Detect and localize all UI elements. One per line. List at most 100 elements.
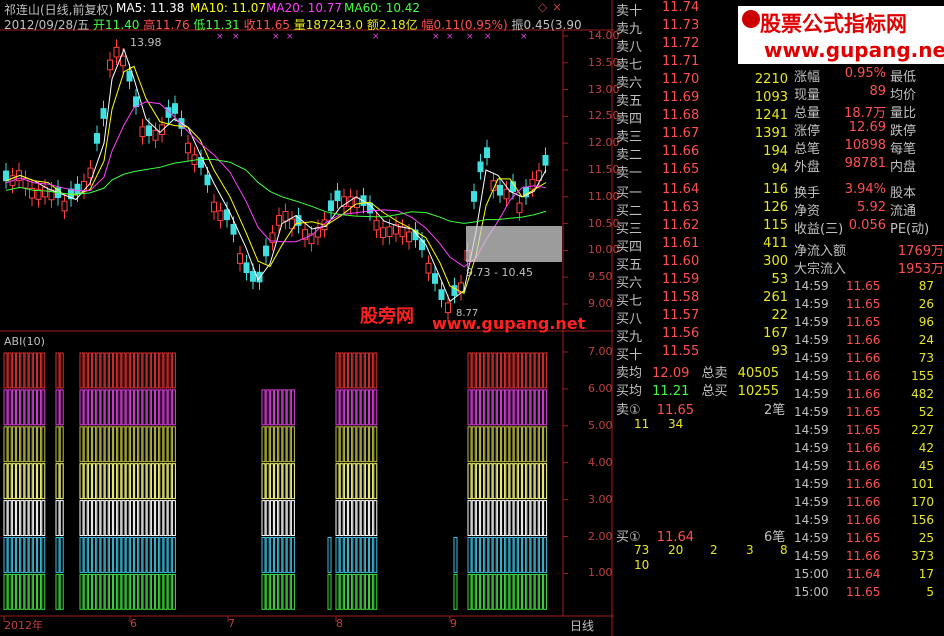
tick-row: 14:59 11.66 73 [794, 351, 944, 369]
close-icon[interactable]: × [552, 0, 562, 14]
indicator-bar [513, 537, 518, 573]
buy-level-row[interactable]: 买三 11.62 115 [614, 218, 792, 237]
indicator-bar [286, 463, 291, 500]
indicator-bar [129, 500, 134, 537]
indicator-bar [543, 573, 548, 610]
sell-level-row[interactable]: 卖五 11.69 1093 [614, 90, 792, 109]
indicator-bar [142, 573, 147, 610]
tick-volume: 73 [918, 351, 934, 365]
indicator-bar [167, 500, 172, 537]
sell-level-row[interactable]: 卖六 11.70 2210 [614, 72, 792, 91]
indicator-bar [121, 463, 126, 500]
indicator-bar [55, 537, 60, 573]
indicator-bar [129, 537, 134, 573]
buy-level-row[interactable]: 买八 11.57 22 [614, 308, 792, 327]
indicator-bar [7, 352, 12, 389]
candle-body [484, 147, 490, 158]
settings-icon[interactable]: ◇ [538, 0, 547, 14]
sell-level-row[interactable]: 卖一 11.65 94 [614, 162, 792, 181]
sell-level-row[interactable]: 卖三 11.67 1391 [614, 126, 792, 145]
indicator-bar [492, 389, 497, 426]
tick-volume: 26 [918, 297, 934, 311]
indicator-bar [24, 537, 29, 573]
indicator-bar [517, 352, 522, 389]
indicator-bar [492, 463, 497, 500]
buy-level-row[interactable]: 买六 11.59 53 [614, 272, 792, 291]
buy-level-price: 11.55 [662, 344, 700, 359]
indicator-bar [278, 500, 283, 537]
indicator-bar [171, 463, 176, 500]
indicator-bar [530, 352, 535, 389]
tick-time: 14:59 [794, 369, 829, 383]
indicator-bar [269, 500, 274, 537]
indicator-bar [265, 463, 270, 500]
buy-level-row[interactable]: 买十 11.55 93 [614, 344, 792, 363]
indicator-bar [360, 389, 365, 426]
indicator-bar [348, 537, 353, 573]
indicator-bar [100, 426, 105, 463]
sell-level-row[interactable]: 卖二 11.66 194 [614, 144, 792, 163]
indicator-bar [261, 500, 266, 537]
indicator-bar [369, 426, 374, 463]
indicator-bar [7, 389, 12, 426]
buy-level-row[interactable]: 买四 11.61 411 [614, 236, 792, 255]
indicator-bar [100, 500, 105, 537]
time-tick-label: 8 [336, 617, 343, 630]
indicator-bar [11, 573, 16, 610]
indicator-bar [87, 463, 92, 500]
indicator-bar [278, 389, 283, 426]
buy-level-row[interactable]: 买五 11.60 300 [614, 254, 792, 273]
indicator-bar [517, 426, 522, 463]
indicator-bar [16, 389, 21, 426]
indicator-bar [471, 500, 476, 537]
indicator-bar [505, 352, 510, 389]
stat-key: 涨停 [794, 124, 821, 139]
sell-level-row[interactable]: 卖七 11.71 [614, 54, 792, 73]
indicator-bar [364, 463, 369, 500]
indicator-bar [501, 500, 506, 537]
indicator-bar [155, 352, 160, 389]
queue-sell-item: 34 [668, 417, 684, 431]
indicator-bar [125, 352, 130, 389]
indicator-bar [3, 352, 8, 389]
ma5-line [5, 47, 547, 303]
indicator-bar [113, 352, 118, 389]
stat-key: 换手 [794, 186, 821, 201]
buy-level-row[interactable]: 买七 11.58 261 [614, 290, 792, 309]
indicator-bar [117, 500, 122, 537]
indicator-bar [159, 463, 164, 500]
indicator-bar [92, 537, 97, 573]
indicator-bar [159, 537, 164, 573]
candle-body [237, 253, 243, 264]
sell-level-row[interactable]: 卖十 11.74 [614, 0, 792, 19]
indicator-bar [467, 500, 472, 537]
tick-row: 14:59 11.65 52 [794, 405, 944, 423]
indicator-bar [530, 426, 535, 463]
indicator-bar [138, 573, 143, 610]
buy-level-row[interactable]: 买二 11.63 126 [614, 200, 792, 219]
stat-value: 89 [869, 84, 886, 99]
sell-level-row[interactable]: 卖八 11.72 [614, 36, 792, 55]
indicator-bar [28, 573, 33, 610]
indicator-bar [121, 573, 126, 610]
indicator-bar [348, 426, 353, 463]
buy-level-row[interactable]: 买九 11.56 167 [614, 326, 792, 345]
indicator-bar [278, 426, 283, 463]
indicator-bar [475, 537, 480, 573]
indicator-bar [129, 352, 134, 389]
period-label[interactable]: 日线 [570, 617, 594, 634]
indicator-bar [37, 352, 42, 389]
indicator-bar [364, 500, 369, 537]
stat-value: 98781 [844, 156, 886, 171]
tick-row: 14:59 11.65 227 [794, 423, 944, 441]
max-price-label: 13.98 [130, 36, 162, 49]
stat-value: 3.94% [844, 182, 886, 197]
candle-body [529, 178, 536, 190]
queue-sell-item: 11 [634, 417, 650, 431]
indicator-bar [7, 573, 12, 610]
indicator-bar [335, 500, 340, 537]
buy-level-row[interactable]: 买一 11.64 116 [614, 182, 792, 201]
candle-body [113, 46, 120, 58]
sell-level-row[interactable]: 卖九 11.73 [614, 18, 792, 37]
sell-level-row[interactable]: 卖四 11.68 1241 [614, 108, 792, 127]
